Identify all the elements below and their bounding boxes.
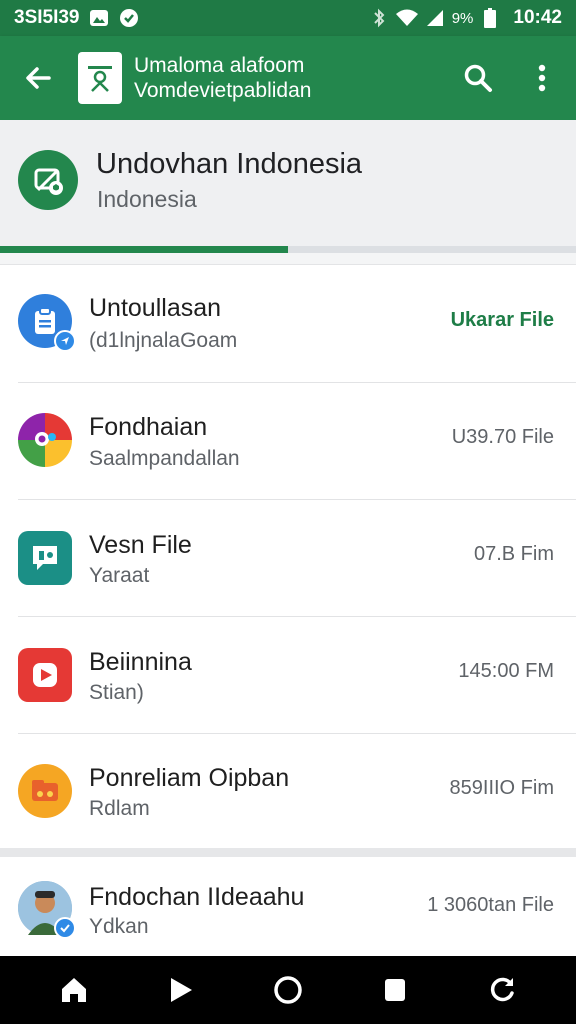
wifi-icon	[395, 7, 418, 29]
play-icon	[18, 648, 72, 702]
verified-badge-icon	[54, 917, 76, 939]
list-item[interactable]: Fndochan IIdeaahu Ydkan 1 3060tan File	[0, 857, 576, 956]
list-item[interactable]: Ponreliam Oipban Rdlam 859IIIO Fim	[0, 734, 576, 851]
send-badge-icon	[54, 330, 76, 352]
status-bar: 3SI5I39 9% 10:42	[0, 0, 576, 36]
signal-icon	[424, 7, 446, 29]
progress-fill	[0, 246, 288, 253]
item-title: Beiinnina	[89, 648, 192, 676]
play-nav-button[interactable]	[157, 966, 205, 1014]
search-button[interactable]	[458, 58, 498, 98]
assistant-button[interactable]	[264, 966, 312, 1014]
clock: 10:42	[513, 7, 562, 28]
avatar-photo	[18, 881, 76, 939]
region-avatar	[18, 150, 78, 210]
system-nav-bar	[0, 956, 576, 1024]
search-icon	[464, 64, 492, 92]
play-triangle-icon	[170, 978, 192, 1002]
refresh-button[interactable]	[478, 966, 526, 1014]
item-action-link[interactable]: Ukarar File	[451, 309, 554, 332]
header-title: Undovhan Indonesia	[96, 148, 363, 180]
bluetooth-icon	[368, 7, 390, 29]
photo-notification-icon	[88, 7, 110, 29]
back-arrow-icon	[26, 67, 51, 89]
item-subtitle: Rdlam	[89, 797, 150, 820]
item-title: Fondhaian	[89, 413, 208, 441]
app-title: Umaloma alafoom	[134, 54, 305, 77]
list-item[interactable]: Vesn File Yaraat 07.B Fim	[0, 500, 576, 617]
person-badge-icon	[88, 66, 112, 92]
list-item[interactable]: Beiinnina Stian) 145:00 FM	[0, 617, 576, 734]
progress-bar	[0, 246, 576, 253]
item-title: Ponreliam Oipban	[89, 764, 290, 792]
recents-button[interactable]	[371, 966, 419, 1014]
clipboard-icon	[18, 294, 76, 352]
colorful-app-icon	[18, 413, 72, 467]
messaging-notification-icon	[118, 7, 140, 29]
app-bar: Umaloma alafoom Vomdevietpablidan	[0, 36, 576, 120]
item-subtitle: Yaraat	[89, 564, 150, 587]
item-meta: 145:00 FM	[458, 660, 554, 682]
section-separator	[0, 848, 576, 857]
item-subtitle: (d1lnjnalaGoam	[89, 329, 238, 352]
square-icon	[385, 979, 406, 1001]
item-title: Fndochan IIdeaahu	[89, 883, 305, 911]
status-left-text: 3SI5I39	[14, 7, 80, 28]
list-item[interactable]: Fondhaian Saalmpandallan U39.70 File	[0, 383, 576, 500]
battery-icon	[479, 7, 501, 29]
item-title: Untoullasan	[89, 294, 222, 322]
item-meta: U39.70 File	[451, 426, 554, 448]
app-subtitle: Vomdevietpablidan	[134, 79, 312, 102]
refresh-icon	[491, 977, 515, 1002]
item-subtitle: Ydkan	[89, 915, 149, 938]
battery-percent: 9%	[451, 9, 474, 27]
shield-badge-icon	[34, 168, 63, 195]
section-gap	[0, 253, 576, 265]
back-button[interactable]	[16, 56, 60, 100]
folder-icon	[18, 764, 72, 818]
item-meta: 1 3060tan File	[427, 894, 554, 916]
list-item[interactable]: Untoullasan (d1lnjnalaGoam Ukarar File	[0, 266, 576, 383]
item-subtitle: Stian)	[89, 681, 144, 704]
header-card	[0, 120, 576, 256]
header-subtitle: Indonesia	[97, 186, 197, 212]
item-subtitle: Saalmpandallan	[89, 447, 240, 470]
overflow-menu-button[interactable]	[522, 58, 562, 98]
item-meta: 07.B Fim	[473, 543, 554, 565]
home-icon	[61, 978, 86, 1002]
chat-icon	[18, 531, 72, 585]
home-button[interactable]	[50, 966, 98, 1014]
app-logo	[78, 52, 122, 104]
item-title: Vesn File	[89, 531, 192, 559]
circle-icon	[274, 976, 302, 1004]
item-meta: 859IIIO Fim	[449, 777, 554, 799]
more-vert-icon	[538, 64, 546, 92]
